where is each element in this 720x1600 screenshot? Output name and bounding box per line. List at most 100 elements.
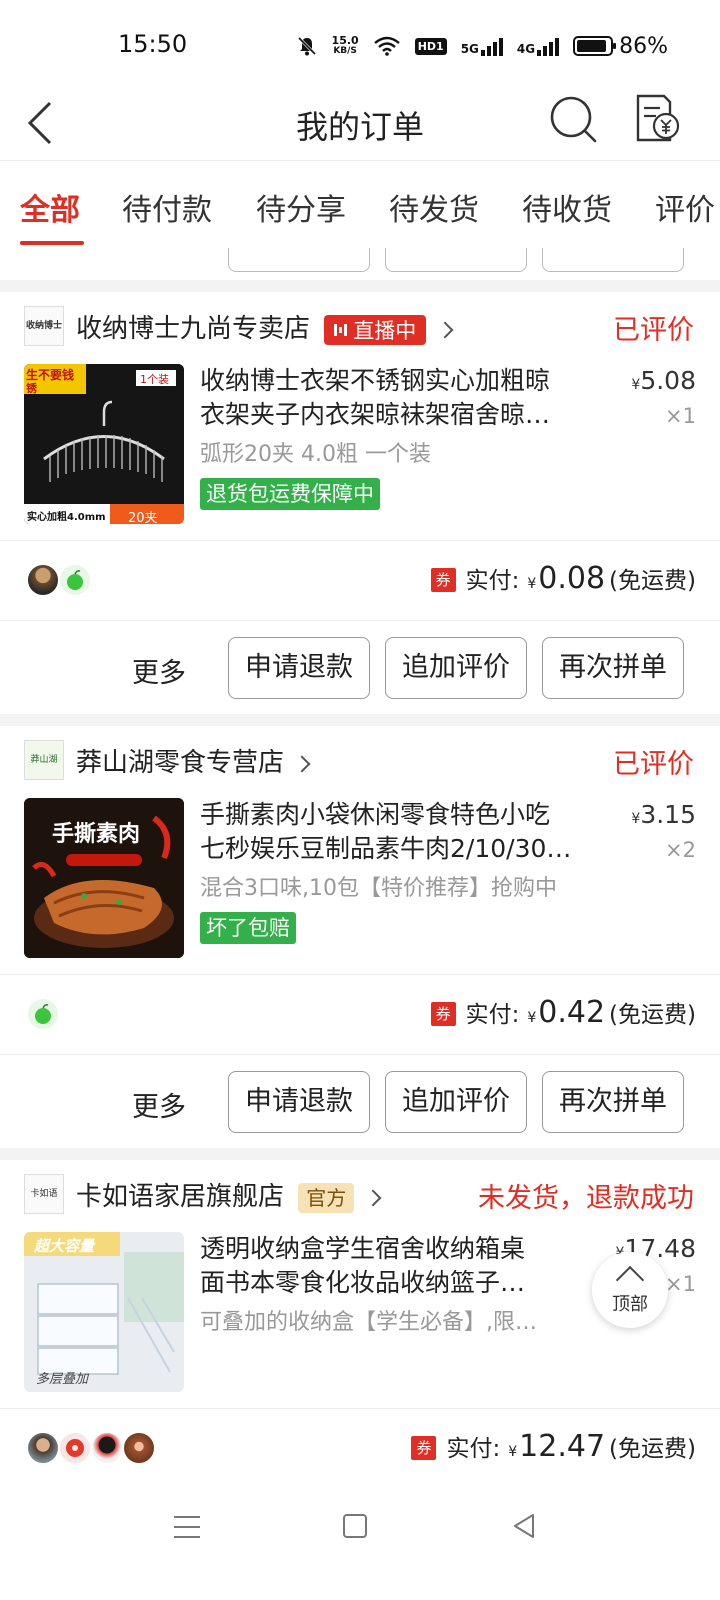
product-image[interactable]: 超大容量 多层叠加 [24, 1232, 184, 1392]
product-title-line: 手撕素肉小袋休闲零食特色小吃 [200, 800, 551, 829]
live-badge: 直播中 [324, 314, 427, 345]
action-row: 更多 申请退款 追加评价 再次拼单 [0, 620, 720, 714]
hanger-illustration [24, 364, 184, 524]
product-title[interactable]: 收纳博士衣架不锈钢实心加粗晾 衣架夹子内衣架晾袜架宿舍晾… [200, 364, 596, 432]
bill-icon[interactable] [634, 92, 680, 144]
search-icon[interactable] [548, 94, 600, 146]
avatar [26, 997, 60, 1031]
signal-icon [480, 36, 503, 56]
payment-row: 券 实付: ¥ 12.47 (免运费) [0, 1408, 720, 1488]
order-card: 收纳博士 收纳博士九尚专卖店 直播中 已评价 生不要钱 锈 1个装 实心加粗4.… [0, 292, 720, 714]
shop-logo: 收纳博士 [24, 306, 64, 346]
product-price: ¥3.15 [631, 800, 696, 829]
network-5g-label: 5G [460, 42, 479, 56]
paid-label: 实付: [465, 568, 520, 594]
avatar [122, 1431, 156, 1465]
net-speed-unit: KB/S [333, 46, 357, 56]
back-to-top-button[interactable]: 顶部 [592, 1252, 668, 1328]
order-card: 卡如语 卡如语家居旗舰店 官方 未发货，退款成功 超大容量 多层叠加 透明收纳盒… [0, 1160, 720, 1502]
shop-logo: 卡如语 [24, 1174, 64, 1214]
product-title-line: 面书本零食化妆品收纳篮子… [200, 1268, 526, 1297]
reorder-button[interactable]: 再次拼单 [542, 1071, 684, 1133]
partial-button[interactable] [228, 248, 370, 272]
tab-pending-receipt[interactable]: 待收货 [522, 185, 612, 229]
coupon-badge: 券 [430, 1002, 456, 1026]
more-link[interactable]: 更多 [132, 651, 186, 690]
product-title[interactable]: 手撕素肉小袋休闲零食特色小吃 七秒娱乐豆制品素牛肉2/10/30… [200, 798, 596, 866]
tab-all[interactable]: 全部 [20, 185, 80, 229]
service-tag: 坏了包赔 [200, 912, 296, 944]
order-card: 莽山湖 莽山湖零食专营店 已评价 手撕素肉 手撕素肉小袋休闲零食特色小吃 七秒娱… [0, 726, 720, 1148]
image-pack-text: 1个装 [140, 373, 169, 386]
avatar [58, 563, 92, 597]
product-quantity: ×1 [665, 1272, 696, 1296]
payment-info: 券 实付: ¥ 12.47 (免运费) [411, 1429, 696, 1464]
system-nav-bar [0, 1502, 720, 1600]
price-value: 3.15 [640, 800, 696, 829]
menu-icon[interactable] [174, 1516, 200, 1540]
shop-row[interactable]: 莽山湖 莽山湖零食专营店 已评价 [0, 726, 720, 794]
shop-row[interactable]: 收纳博士 收纳博士九尚专卖店 直播中 已评价 [0, 292, 720, 360]
product-title-line: 透明收纳盒学生宿舍收纳箱桌 [200, 1234, 526, 1263]
shop-name[interactable]: 卡如语家居旗舰店 官方 [76, 1176, 382, 1213]
add-review-button[interactable]: 追加评价 [385, 1071, 527, 1133]
shop-row[interactable]: 卡如语 卡如语家居旗舰店 官方 未发货，退款成功 [0, 1160, 720, 1228]
image-bottom-text: 多层叠加 [36, 1372, 89, 1387]
product-spec: 可叠加的收纳盒【学生必备】,限… [200, 1310, 537, 1335]
image-headline: 手撕素肉 [52, 821, 141, 847]
currency-symbol: ¥ [631, 377, 641, 393]
battery-percent: 86% [619, 33, 668, 59]
tab-pending-payment[interactable]: 待付款 [122, 185, 212, 229]
shipping-note: (免运费) [609, 1436, 696, 1462]
shop-name-text: 卡如语家居旗舰店 [76, 1182, 285, 1212]
live-badge-text: 直播中 [353, 318, 417, 343]
shop-name[interactable]: 收纳博士九尚专卖店 直播中 [76, 308, 454, 345]
shop-name[interactable]: 莽山湖零食专营店 [76, 742, 311, 779]
apple-icon [35, 1004, 51, 1024]
signal-icon [537, 36, 560, 56]
tab-review[interactable]: 评价 [655, 185, 715, 229]
payment-info: 券 实付: ¥ 0.42 (免运费) [430, 995, 696, 1030]
shipping-note: (免运费) [609, 1002, 696, 1028]
action-row: 更多 申请退款 追加评价 再次拼单 [0, 1054, 720, 1148]
payment-info: 券 实付: ¥ 0.08 (免运费) [430, 561, 696, 596]
reorder-button[interactable]: 再次拼单 [542, 637, 684, 699]
avatar [90, 1431, 124, 1465]
paid-label: 实付: [446, 1436, 501, 1462]
more-link[interactable]: 更多 [132, 1085, 186, 1124]
product-image[interactable]: 手撕素肉 [24, 798, 184, 958]
back-triangle-icon[interactable] [511, 1512, 537, 1540]
product-spec: 弧形20夹 4.0粗 一个装 [200, 442, 431, 467]
shop-logo: 莽山湖 [24, 740, 64, 780]
shop-name-text: 收纳博士九尚专卖店 [76, 314, 311, 344]
tab-pending-share[interactable]: 待分享 [256, 185, 346, 229]
partial-button[interactable] [542, 248, 684, 272]
flower-icon [66, 1439, 84, 1457]
order-tabs: 全部 待付款 待分享 待发货 待收货 评价 [0, 160, 720, 248]
order-status: 未发货，退款成功 [478, 1183, 694, 1214]
paid-label: 实付: [465, 1002, 520, 1028]
nav-bar: 我的订单 [0, 88, 720, 160]
add-review-button[interactable]: 追加评价 [385, 637, 527, 699]
status-bar: 15:50 15.0 KB/S HD1 5G 4G 86% [0, 0, 720, 88]
product-image[interactable]: 生不要钱 锈 1个装 实心加粗4.0mm 20夹 [24, 364, 184, 524]
net-speed: 15.0 KB/S [332, 35, 359, 57]
official-badge: 官方 [298, 1182, 355, 1213]
status-icons: 15.0 KB/S HD1 5G 4G 86% [296, 30, 668, 62]
product-title[interactable]: 透明收纳盒学生宿舍收纳箱桌 面书本零食化妆品收纳篮子… [200, 1232, 596, 1300]
request-refund-button[interactable]: 申请退款 [228, 637, 370, 699]
product-quantity: ×1 [665, 404, 696, 428]
home-icon[interactable] [343, 1514, 367, 1538]
chevron-right-icon [364, 1189, 382, 1206]
currency-symbol: ¥ [508, 1444, 518, 1460]
previous-order-partial [0, 248, 720, 280]
request-refund-button[interactable]: 申请退款 [228, 1071, 370, 1133]
paid-amount: 0.42 [538, 995, 606, 1030]
partial-button[interactable] [385, 248, 527, 272]
product-title-line: 收纳博士衣架不锈钢实心加粗晾 [200, 366, 551, 395]
chevron-right-icon [293, 755, 311, 772]
image-spec-text: 实心加粗4.0mm [27, 512, 106, 523]
tab-pending-shipment[interactable]: 待发货 [389, 185, 479, 229]
currency-symbol: ¥ [631, 811, 641, 827]
hd-badge: HD1 [414, 37, 447, 55]
